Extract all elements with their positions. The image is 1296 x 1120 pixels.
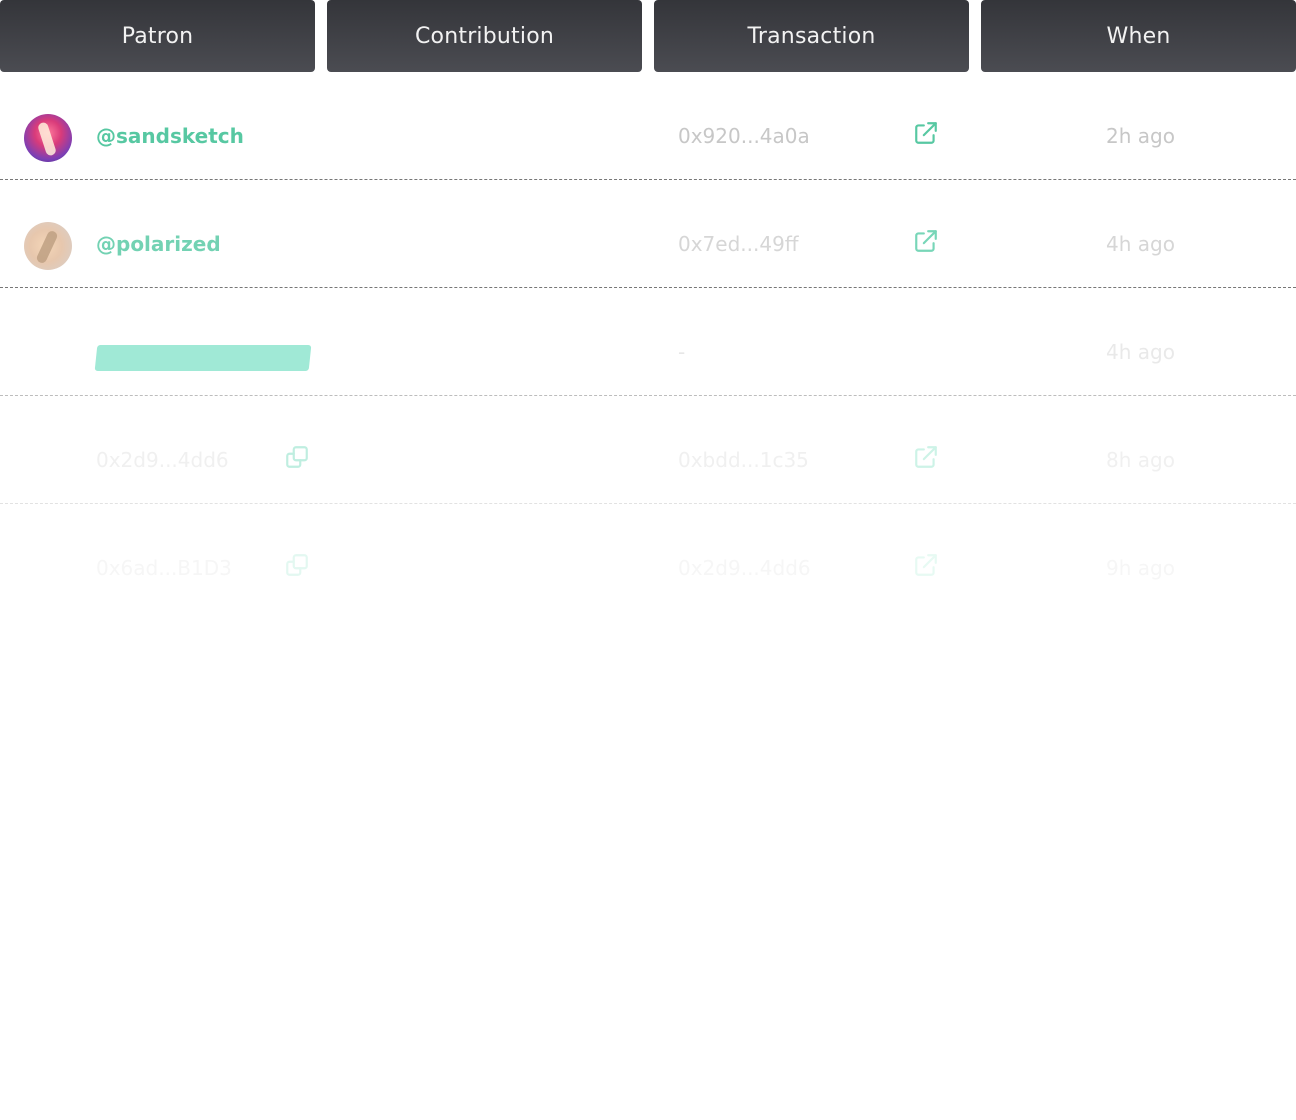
table-body: @sandsketch 0x920...4a0a 2h ago @polariz… [0,72,1296,611]
patrons-table: Patron Contribution Transaction When @sa… [0,0,1296,1120]
table-header: Patron Contribution Transaction When [0,0,1296,72]
copy-icon[interactable] [284,552,310,578]
table-row: 0x2d9...4dd6 0xbdd...1c35 8h ago [0,396,1296,504]
time-ago: 4h ago [1106,232,1175,256]
transaction-hash: 0xbdd...1c35 [678,448,809,472]
avatar-art [35,229,59,265]
avatar[interactable] [24,114,72,162]
patron-address: 0x2d9...4dd6 [96,448,229,472]
time-ago: 8h ago [1106,448,1175,472]
table-row: @polarized 0x7ed...49ff 4h ago [0,180,1296,288]
transaction-hash: 0x7ed...49ff [678,232,799,256]
column-header-transaction[interactable]: Transaction [654,0,969,72]
redacted-patron [94,345,312,371]
avatar[interactable] [24,222,72,270]
transaction-placeholder: - [678,340,686,364]
avatar-art [36,121,58,157]
table-row: - 4h ago [0,288,1296,396]
copy-icon[interactable] [284,444,310,470]
patron-address: 0x6ad...B1D3 [96,556,232,580]
external-link-icon[interactable] [913,552,939,578]
external-link-icon[interactable] [913,120,939,146]
column-header-contribution[interactable]: Contribution [327,0,642,72]
patron-handle-link[interactable]: @polarized [96,232,221,256]
column-header-when[interactable]: When [981,0,1296,72]
time-ago: 2h ago [1106,124,1175,148]
table-row: 0x6ad...B1D3 0x2d9...4dd6 9h ago [0,504,1296,611]
external-link-icon[interactable] [913,444,939,470]
time-ago: 9h ago [1106,556,1175,580]
transaction-hash: 0x2d9...4dd6 [678,556,811,580]
external-link-icon[interactable] [913,228,939,254]
transaction-hash: 0x920...4a0a [678,124,810,148]
table-row: @sandsketch 0x920...4a0a 2h ago [0,72,1296,180]
time-ago: 4h ago [1106,340,1175,364]
column-header-patron[interactable]: Patron [0,0,315,72]
patron-handle-link[interactable]: @sandsketch [96,124,244,148]
